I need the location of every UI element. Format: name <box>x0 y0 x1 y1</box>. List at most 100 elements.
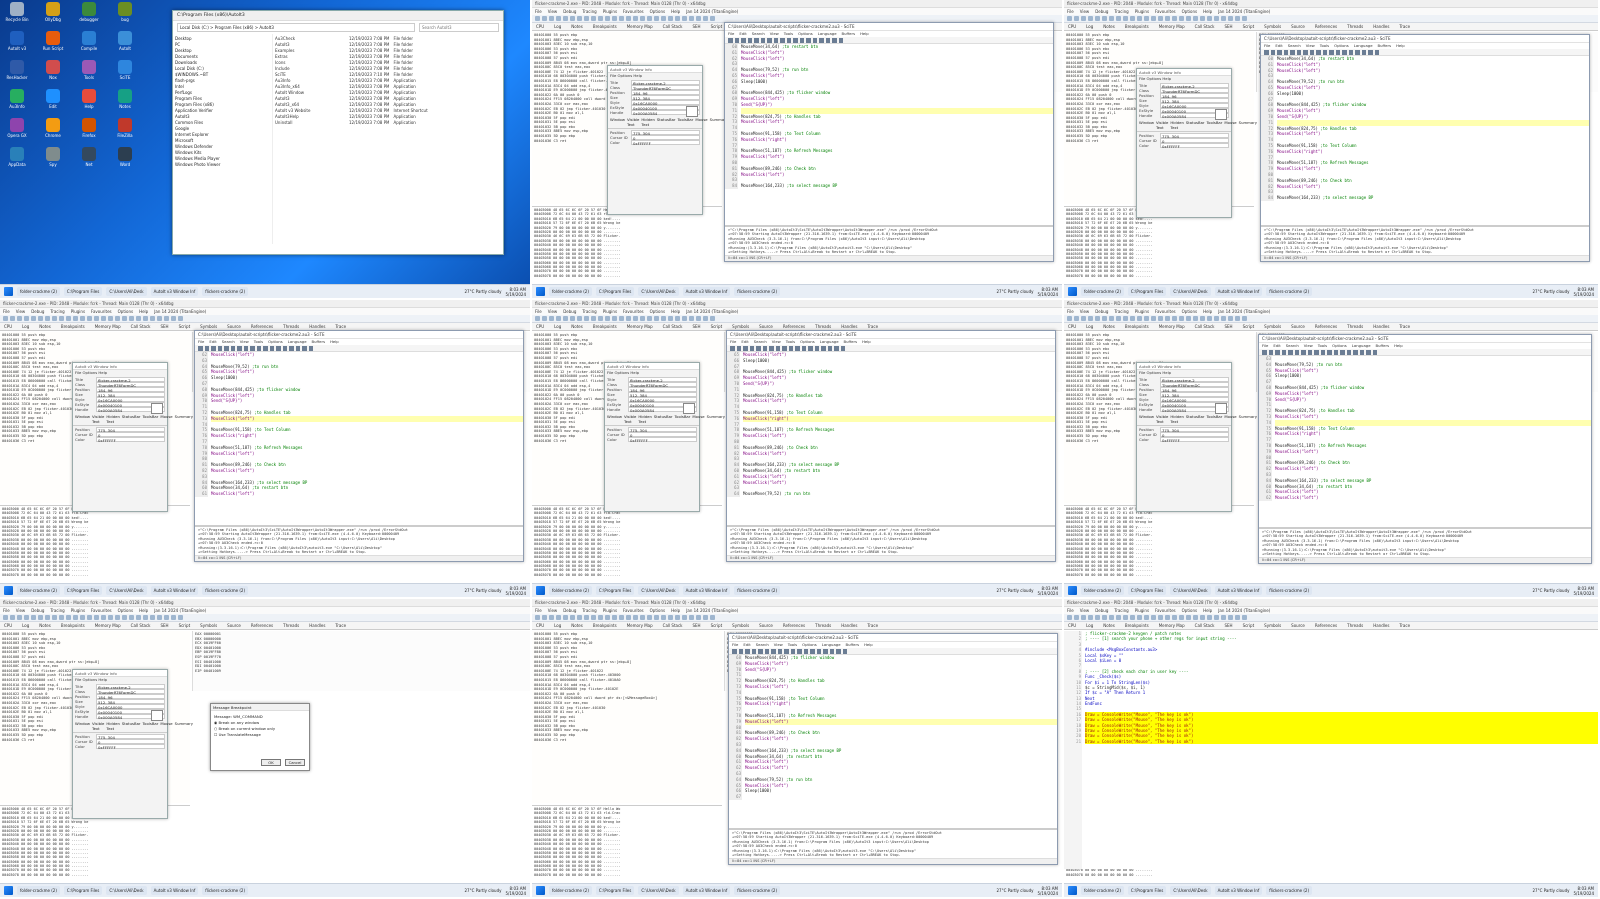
tab[interactable]: Source <box>1291 623 1305 628</box>
toolbar-icon[interactable] <box>136 316 141 321</box>
toolbar-icon[interactable] <box>1288 350 1293 355</box>
menu-item[interactable]: Tools <box>254 339 263 345</box>
toolbar-icon[interactable] <box>143 615 148 620</box>
notes-editor[interactable]: 1 2 3 4 5 6 7 8 9 10 11 12 13 14 15 16 17 18 19 20 21; flick… <box>1064 631 1598 869</box>
menu-item[interactable]: Debug <box>31 309 44 314</box>
menu-item[interactable]: Language <box>822 642 841 648</box>
tab[interactable]: Script <box>179 623 191 628</box>
winfo-tab[interactable]: Summary <box>175 721 193 731</box>
desktop-icon[interactable]: AutoIt v3 <box>2 31 32 57</box>
toolbar-icon[interactable] <box>825 38 830 43</box>
winfo-tab[interactable]: Visible Text <box>1156 414 1168 424</box>
toolbar-icon[interactable] <box>10 316 15 321</box>
toolbar-icon[interactable] <box>1316 50 1321 55</box>
winfo-tab[interactable]: Mouse <box>695 117 707 127</box>
toolbar-icon[interactable] <box>1368 50 1373 55</box>
toolbar-icon[interactable] <box>1081 615 1086 620</box>
toolbar-icon[interactable] <box>661 316 666 321</box>
clock[interactable]: 8:03 AM 5/19/2024 <box>1037 886 1058 896</box>
menu-item[interactable]: Debug <box>563 309 576 314</box>
menu-item[interactable]: View <box>1080 608 1090 613</box>
output-pane[interactable]: >"C:\Program Files (x86)\AutoIt3\SciTE\A… <box>1261 225 1589 255</box>
taskbar-app-button[interactable]: AutoIt v3 Window Inf <box>682 586 731 595</box>
tab[interactable]: Trace <box>1399 324 1410 329</box>
menu-item[interactable]: Tools <box>788 642 797 648</box>
toolbar-icon[interactable] <box>1270 50 1275 55</box>
toolbar-icon[interactable] <box>38 316 43 321</box>
toolbar-icon[interactable] <box>549 16 554 21</box>
toolbar-icon[interactable] <box>806 38 811 43</box>
menu-item[interactable]: Options <box>1182 608 1197 613</box>
tab[interactable]: Script <box>1243 24 1255 29</box>
toolbar-icon[interactable] <box>101 316 106 321</box>
toolbar-icon[interactable] <box>814 346 819 351</box>
toolbar-icon[interactable] <box>647 615 652 620</box>
toolbar-icon[interactable] <box>198 346 203 351</box>
menu-item[interactable]: Debug <box>563 608 576 613</box>
toolbar-icon[interactable] <box>276 346 281 351</box>
menu-item[interactable]: File <box>535 608 542 613</box>
menu-item[interactable]: File <box>732 642 738 648</box>
taskbar-app-button[interactable]: flickers-crackme (2) <box>1266 586 1313 595</box>
output-pane[interactable]: >"C:\Program Files (x86)\AutoIt3\SciTE\A… <box>725 225 1053 255</box>
taskbar-app-button[interactable]: AutoIt v3 Window Inf <box>150 586 199 595</box>
start-button[interactable] <box>4 586 13 595</box>
tab[interactable]: Symbols <box>200 623 217 628</box>
toolbar-icon[interactable] <box>1294 350 1299 355</box>
menu-item[interactable]: Options <box>118 309 133 314</box>
menu-item[interactable]: View <box>16 309 26 314</box>
toolbar-icon[interactable] <box>115 316 120 321</box>
toolbar-icon[interactable] <box>1088 316 1093 321</box>
desktop-icon[interactable]: SciTE <box>110 60 140 86</box>
toolbar-icon[interactable] <box>1144 16 1149 21</box>
tab[interactable]: Memory Map <box>627 324 653 329</box>
menu-item[interactable]: Debug <box>1095 309 1108 314</box>
toolbar-icon[interactable] <box>1235 316 1240 321</box>
desktop-icon[interactable]: Run Script <box>38 31 68 57</box>
tab[interactable]: Handles <box>1373 24 1389 29</box>
taskbar-app-button[interactable]: flickers-crackme (2) <box>1266 287 1313 296</box>
toolbar-icon[interactable] <box>1165 316 1170 321</box>
tab[interactable]: Script <box>711 623 723 628</box>
toolbar-icon[interactable] <box>1067 316 1072 321</box>
menu-item[interactable]: File <box>535 309 542 314</box>
toolbar-icon[interactable] <box>668 615 673 620</box>
winfo-tab[interactable]: ToolsBar <box>1206 120 1222 130</box>
toolbar-icon[interactable] <box>1355 50 1360 55</box>
disasm-line[interactable]: 00401036 C3 ret <box>534 738 720 743</box>
toolbar-icon[interactable] <box>1123 16 1128 21</box>
tab[interactable]: SEH <box>1224 623 1232 628</box>
menu-item[interactable]: Plugins <box>1135 309 1149 314</box>
toolbar-icon[interactable] <box>1123 316 1128 321</box>
field-value[interactable]: 0xFFFFFF <box>631 140 700 145</box>
search-input[interactable]: Search AutoIt3 <box>419 23 499 32</box>
toolbar-icon[interactable] <box>696 316 701 321</box>
tab[interactable]: SEH <box>692 324 700 329</box>
tab[interactable]: Source <box>759 623 773 628</box>
output-pane[interactable]: >"C:\Program Files (x86)\AutoIt3\SciTE\A… <box>727 525 1055 555</box>
desktop-icon[interactable]: Tools <box>74 60 104 86</box>
toolbar-icon[interactable] <box>1123 615 1128 620</box>
tab[interactable]: Threads <box>283 324 299 329</box>
toolbar-icon[interactable] <box>289 346 294 351</box>
start-button[interactable] <box>536 886 545 895</box>
menu-item[interactable]: File <box>198 339 204 345</box>
menu-item[interactable]: Search <box>1286 343 1299 349</box>
start-button[interactable] <box>1068 886 1077 895</box>
tab[interactable]: References <box>783 623 805 628</box>
taskbar-app-button[interactable]: AutoIt v3 Window Inf <box>1214 287 1263 296</box>
toolbar-icon[interactable] <box>157 615 162 620</box>
winfo-tab[interactable]: ToolsBar <box>674 414 690 424</box>
toolbar-icon[interactable] <box>654 615 659 620</box>
winfo-tab[interactable]: Hidden Text <box>1170 414 1183 424</box>
toolbar-icon[interactable] <box>654 316 659 321</box>
toolbar-icon[interactable] <box>810 649 815 654</box>
toolbar-icon[interactable] <box>157 316 162 321</box>
tab[interactable]: Script <box>1243 623 1255 628</box>
toolbar-icon[interactable] <box>1130 615 1135 620</box>
toolbar-icon[interactable] <box>1275 350 1280 355</box>
toolbar-icon[interactable] <box>605 615 610 620</box>
toolbar-icon[interactable] <box>10 615 15 620</box>
toolbar-icon[interactable] <box>59 615 64 620</box>
toolbar-icon[interactable] <box>1207 615 1212 620</box>
